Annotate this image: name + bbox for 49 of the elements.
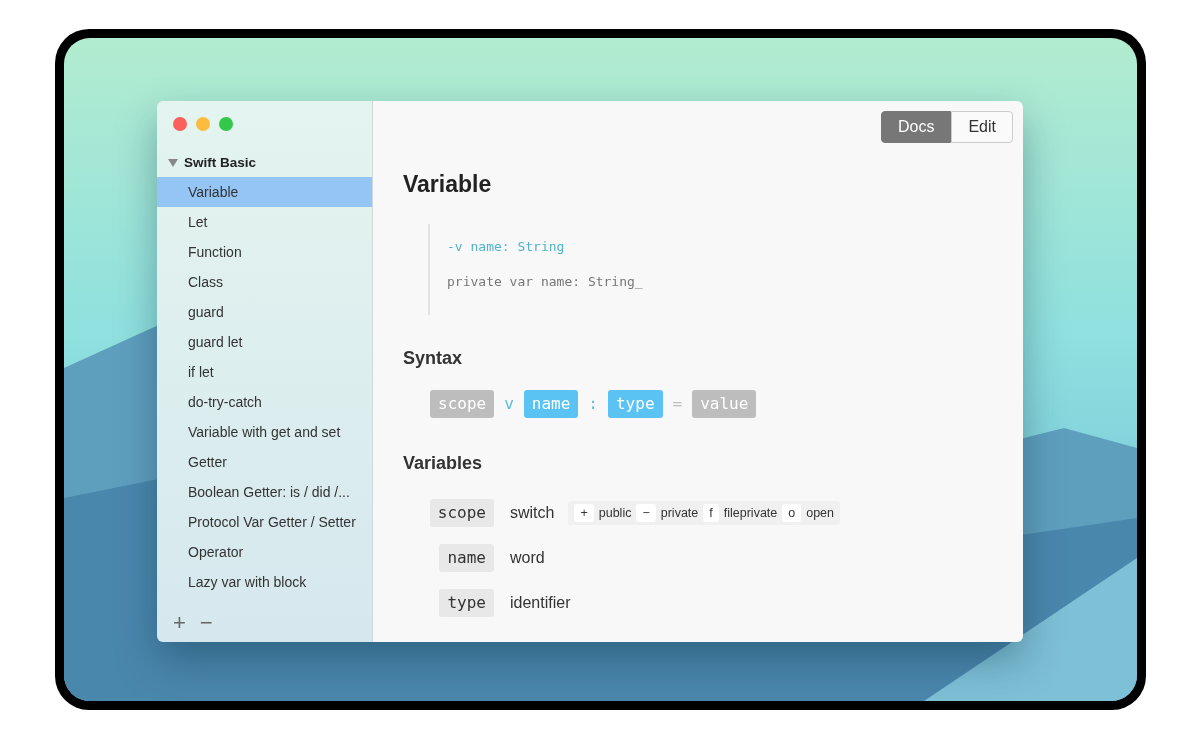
sidebar-item[interactable]: do-try-catch [157, 387, 372, 418]
sidebar-item[interactable]: if let [157, 357, 372, 388]
sidebar-item[interactable]: Function [157, 237, 372, 268]
syntax-token: value [692, 389, 757, 418]
syntax-token: scope [430, 389, 495, 418]
sidebar-item[interactable]: Boolean Getter: is / did /... [157, 477, 372, 508]
variable-description: word [510, 548, 545, 568]
sidebar-item[interactable]: Protocol Var Getter / Setter [157, 507, 372, 538]
option-label: open [806, 504, 835, 522]
close-button[interactable] [173, 117, 187, 131]
sidebar-item[interactable]: guard let [157, 327, 372, 358]
sidebar-item[interactable]: Operator [157, 537, 372, 568]
code-line: -v name: String [447, 237, 566, 256]
syntax-symbol: v [503, 392, 515, 415]
syntax-token: type [608, 389, 663, 418]
zoom-button[interactable] [219, 117, 233, 131]
sidebar-item[interactable]: Variable with get and set [157, 417, 372, 448]
sidebar-item[interactable]: Getter [157, 447, 372, 478]
minimize-button[interactable] [196, 117, 210, 131]
mode-tab[interactable]: Docs [880, 111, 952, 143]
option-label: private [660, 504, 699, 522]
option-label: fileprivate [723, 504, 778, 522]
variable-name: name [439, 544, 494, 572]
sidebar-item[interactable]: Let [157, 207, 372, 238]
option-key: − [636, 503, 656, 523]
disclosure-triangle-icon[interactable] [167, 158, 179, 169]
mode-tab[interactable]: Edit [951, 111, 1013, 143]
sidebar-item[interactable]: Lazy var with block [157, 567, 372, 598]
option-key: f [703, 503, 719, 523]
syntax-token: name [523, 389, 579, 418]
section-heading: Syntax [403, 346, 464, 370]
add-button[interactable]: + [173, 612, 186, 634]
syntax-symbol: = [671, 392, 684, 415]
sidebar-item[interactable]: guard [157, 297, 372, 328]
page-title: Variable [403, 170, 493, 199]
variable-description: switch [510, 503, 555, 523]
sidebar-item[interactable]: Class [157, 267, 372, 298]
group-header[interactable]: Swift Basic [157, 149, 372, 178]
variable-name: type [439, 589, 494, 617]
option-key: + [574, 503, 594, 523]
remove-button[interactable]: − [199, 612, 213, 634]
sidebar-item[interactable]: Variable [157, 177, 372, 208]
option-label: public [598, 504, 632, 522]
variable-description: identifier [510, 593, 571, 613]
option-key: o [782, 503, 802, 523]
variable-name: scope [429, 499, 494, 527]
section-heading: Variables [403, 451, 484, 475]
syntax-symbol: : [587, 392, 599, 415]
code-line: private var name: String_ [447, 272, 644, 291]
